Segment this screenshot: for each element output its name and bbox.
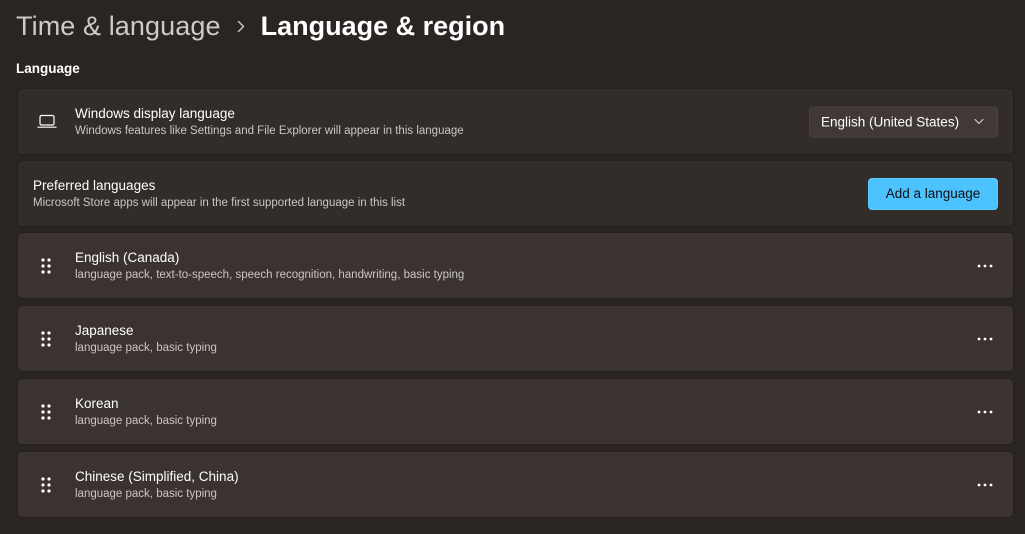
more-options-icon[interactable]: [971, 473, 999, 497]
language-row[interactable]: Korean language pack, basic typing: [17, 378, 1014, 445]
page-title: Language & region: [260, 10, 506, 41]
language-text: English (Canada) language pack, text-to-…: [75, 249, 464, 283]
more-options-icon[interactable]: [971, 400, 999, 424]
preferred-languages-subtitle: Microsoft Store apps will appear in the …: [33, 196, 406, 209]
preferred-languages-card: Preferred languages Microsoft Store apps…: [17, 160, 1014, 227]
language-name: Korean: [75, 395, 119, 411]
language-features: language pack, basic typing: [75, 487, 217, 500]
breadcrumb: Time & language Language & region: [16, 4, 505, 48]
laptop-icon: [36, 113, 58, 131]
drag-handle-icon[interactable]: [40, 257, 52, 275]
language-name: Japanese: [75, 322, 134, 338]
language-features: language pack, text-to-speech, speech re…: [75, 268, 465, 281]
display-language-title: Windows display language: [75, 105, 235, 121]
drag-handle-icon[interactable]: [40, 403, 52, 421]
language-row[interactable]: Chinese (Simplified, China) language pac…: [17, 451, 1014, 518]
chevron-down-icon: [974, 118, 984, 126]
drag-handle-icon[interactable]: [40, 476, 52, 494]
display-language-card: Windows display language Windows feature…: [17, 88, 1014, 155]
section-label-language: Language: [16, 61, 80, 76]
more-options-icon[interactable]: [971, 327, 999, 351]
display-language-text: Windows display language Windows feature…: [75, 105, 464, 139]
language-name: Chinese (Simplified, China): [75, 468, 239, 484]
display-language-subtitle: Windows features like Settings and File …: [75, 124, 464, 137]
chevron-right-icon: [221, 4, 261, 48]
language-features: language pack, basic typing: [75, 341, 217, 354]
more-options-icon[interactable]: [971, 254, 999, 278]
display-language-selected: English (United States): [821, 114, 960, 129]
drag-handle-icon[interactable]: [40, 330, 52, 348]
language-text: Chinese (Simplified, China) language pac…: [75, 468, 239, 502]
language-row[interactable]: Japanese language pack, basic typing: [17, 305, 1014, 372]
language-text: Japanese language pack, basic typing: [75, 322, 217, 356]
language-text: Korean language pack, basic typing: [75, 395, 217, 429]
breadcrumb-parent-link[interactable]: Time & language: [16, 11, 221, 42]
preferred-languages-text: Preferred languages Microsoft Store apps…: [33, 177, 405, 211]
preferred-languages-title: Preferred languages: [33, 177, 156, 193]
language-name: English (Canada): [75, 249, 180, 265]
language-features: language pack, basic typing: [75, 414, 217, 427]
language-row[interactable]: English (Canada) language pack, text-to-…: [17, 232, 1014, 299]
display-language-dropdown[interactable]: English (United States): [809, 106, 998, 137]
add-language-button[interactable]: Add a language: [868, 177, 998, 210]
